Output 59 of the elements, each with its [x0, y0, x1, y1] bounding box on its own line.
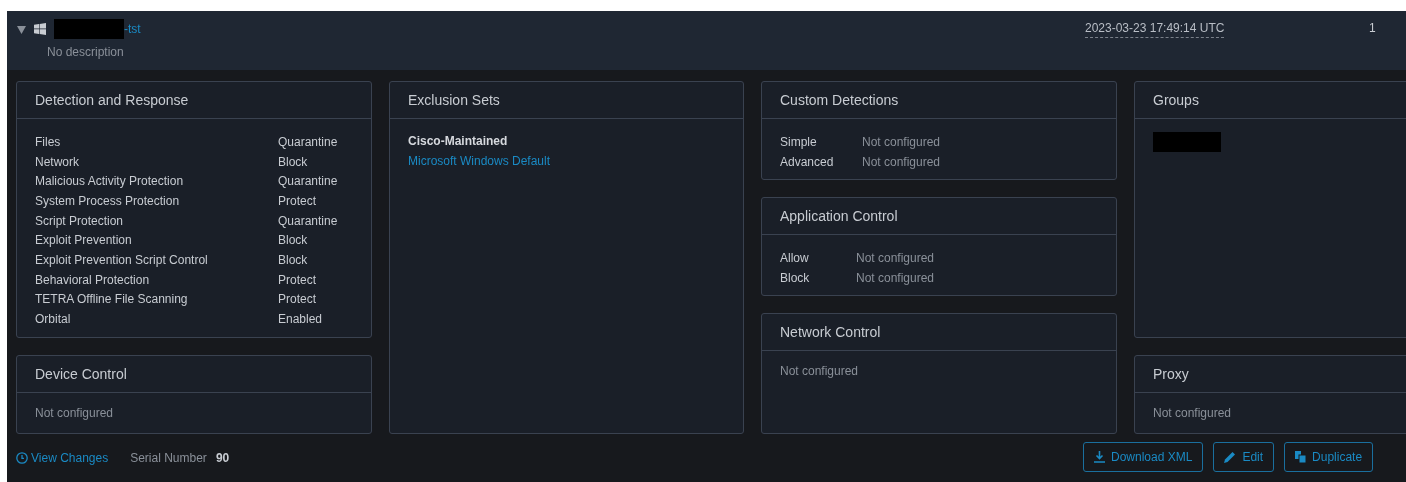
serial-number-value: 90 [215, 451, 230, 465]
policy-name-link[interactable]: -tst [124, 22, 141, 36]
exclusion-set-link[interactable]: Microsoft Windows Default [408, 151, 725, 172]
setting-label: Network [35, 154, 80, 169]
setting-value: Quarantine [278, 174, 339, 189]
status-text: Not configured [1153, 406, 1233, 420]
windows-icon [34, 23, 46, 35]
timestamp: 2023-03-23 17:49:14 UTC [1085, 21, 1225, 38]
setting-value: Not configured [862, 154, 942, 169]
card-title: Exclusion Sets [408, 92, 500, 108]
setting-label: Script Protection [35, 213, 125, 228]
view-changes-link[interactable]: View Changes [16, 451, 109, 465]
setting-label: Orbital [35, 312, 72, 327]
setting-value: Block [278, 233, 309, 248]
setting-label: Exploit Prevention [35, 233, 133, 248]
setting-value: Block [278, 154, 309, 169]
setting-label: Simple [780, 134, 818, 149]
setting-label: Advanced [780, 154, 835, 169]
setting-label: Behavioral Protection [35, 272, 151, 287]
setting-value: Protect [278, 193, 317, 208]
card-title: Proxy [1153, 366, 1189, 382]
setting-value: Not configured [856, 250, 936, 265]
duplicate-button[interactable]: Duplicate [1284, 442, 1374, 472]
setting-label: TETRA Offline File Scanning [35, 292, 189, 307]
setting-value: Protect [278, 272, 317, 287]
setting-value: Block [278, 252, 309, 267]
collapse-caret-icon[interactable] [17, 26, 26, 34]
setting-value: Quarantine [278, 213, 339, 228]
redaction-box [1153, 132, 1221, 152]
setting-value: Not configured [856, 270, 936, 285]
policy-description: No description [47, 45, 125, 59]
download-button[interactable]: Download XML [1083, 442, 1204, 472]
setting-value: Quarantine [278, 134, 339, 149]
copy-icon [1295, 451, 1307, 463]
card-title: Network Control [780, 324, 881, 340]
setting-label: Exploit Prevention Script Control [35, 252, 209, 267]
status-text: Not configured [780, 364, 860, 378]
count: 1 [1369, 21, 1376, 35]
setting-label: System Process Protection [35, 193, 181, 208]
card-title: Application Control [780, 208, 898, 224]
setting-value: Not configured [862, 134, 942, 149]
setting-label: Allow [780, 250, 810, 265]
redaction-box [54, 19, 124, 39]
exclusion-set-heading: Cisco-Maintained [408, 133, 509, 150]
setting-value: Protect [278, 292, 317, 307]
card-title: Detection and Response [35, 92, 189, 108]
card-title: Groups [1153, 92, 1199, 108]
card-title: Device Control [35, 366, 127, 382]
setting-label: Malicious Activity Protection [35, 174, 185, 189]
edit-button[interactable]: Edit [1213, 442, 1275, 472]
setting-value: Enabled [278, 312, 324, 327]
download-icon [1094, 451, 1105, 463]
clock-icon [16, 452, 28, 464]
setting-label: Files [35, 134, 62, 149]
pencil-icon [1224, 451, 1237, 463]
serial-number-label: Serial Number [130, 451, 207, 465]
setting-label: Block [780, 270, 811, 285]
card-title: Custom Detections [780, 92, 899, 108]
status-text: Not configured [35, 406, 115, 420]
